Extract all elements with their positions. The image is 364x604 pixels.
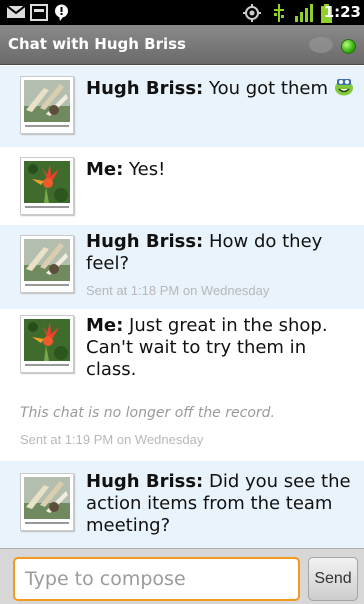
system-notice-timestamp: Sent at 1:19 PM on Wednesday <box>20 432 204 447</box>
gps-icon <box>243 4 261 22</box>
message-text: Hugh Briss: Did you see the action items… <box>86 471 356 537</box>
chat-message: Hugh Briss: How do they feel? Sent at 1:… <box>0 225 364 309</box>
happy-face-icon <box>334 79 353 96</box>
contact-photo <box>24 477 70 519</box>
chat-message: Me: Just great in the shop. Can't wait t… <box>0 309 364 399</box>
message-body: You got them <box>203 78 329 99</box>
screen-icon <box>30 4 48 21</box>
chat-message: Hugh Briss: Did you see the action items… <box>0 461 364 548</box>
chat-bubble-icon <box>55 4 68 21</box>
contact-photo <box>24 239 70 281</box>
message-sender: Hugh Briss: <box>86 78 204 99</box>
chat-watermark-icon <box>309 37 333 53</box>
presence-status-icon <box>341 39 356 54</box>
chat-list[interactable]: Hugh Briss: You got them Me: Yes! Hugh B… <box>0 66 364 548</box>
message-sender: Me: <box>86 315 124 336</box>
message-timestamp: Sent at 1:18 PM on Wednesday <box>86 283 270 298</box>
contact-photo <box>24 80 70 122</box>
composer-bar: Send <box>0 548 364 604</box>
my-photo <box>24 161 70 203</box>
system-notice: This chat is no longer off the record. S… <box>0 399 364 461</box>
message-text: Me: Yes! <box>86 159 356 181</box>
status-bar: 1:23 <box>0 0 364 25</box>
system-notice-text: This chat is no longer off the record. <box>20 405 275 421</box>
message-sender: Me: <box>86 159 124 180</box>
avatar <box>20 157 74 215</box>
avatar <box>20 473 74 531</box>
message-body: Just great in the shop. Can't wait to tr… <box>86 315 328 380</box>
avatar <box>20 235 74 293</box>
message-sender: Hugh Briss: <box>86 471 204 492</box>
message-text: Hugh Briss: How do they feel? <box>86 231 356 275</box>
my-photo <box>24 319 70 361</box>
message-sender: Hugh Briss: <box>86 231 204 252</box>
title-bar: Chat with Hugh Briss <box>0 25 364 65</box>
status-time: 1:23 <box>323 3 361 21</box>
signal-icon <box>295 4 313 22</box>
send-button[interactable]: Send <box>308 557 358 601</box>
chat-message: Me: Yes! <box>0 147 364 225</box>
chat-message: Hugh Briss: You got them <box>0 66 364 147</box>
page-title: Chat with Hugh Briss <box>8 35 186 53</box>
message-text: Hugh Briss: You got them <box>86 78 356 100</box>
message-text: Me: Just great in the shop. Can't wait t… <box>86 315 356 381</box>
avatar <box>20 76 74 134</box>
compose-input[interactable] <box>13 557 300 601</box>
usb-icon <box>274 4 284 22</box>
mail-icon <box>6 5 26 18</box>
avatar <box>20 315 74 373</box>
message-body: Yes! <box>123 159 166 180</box>
